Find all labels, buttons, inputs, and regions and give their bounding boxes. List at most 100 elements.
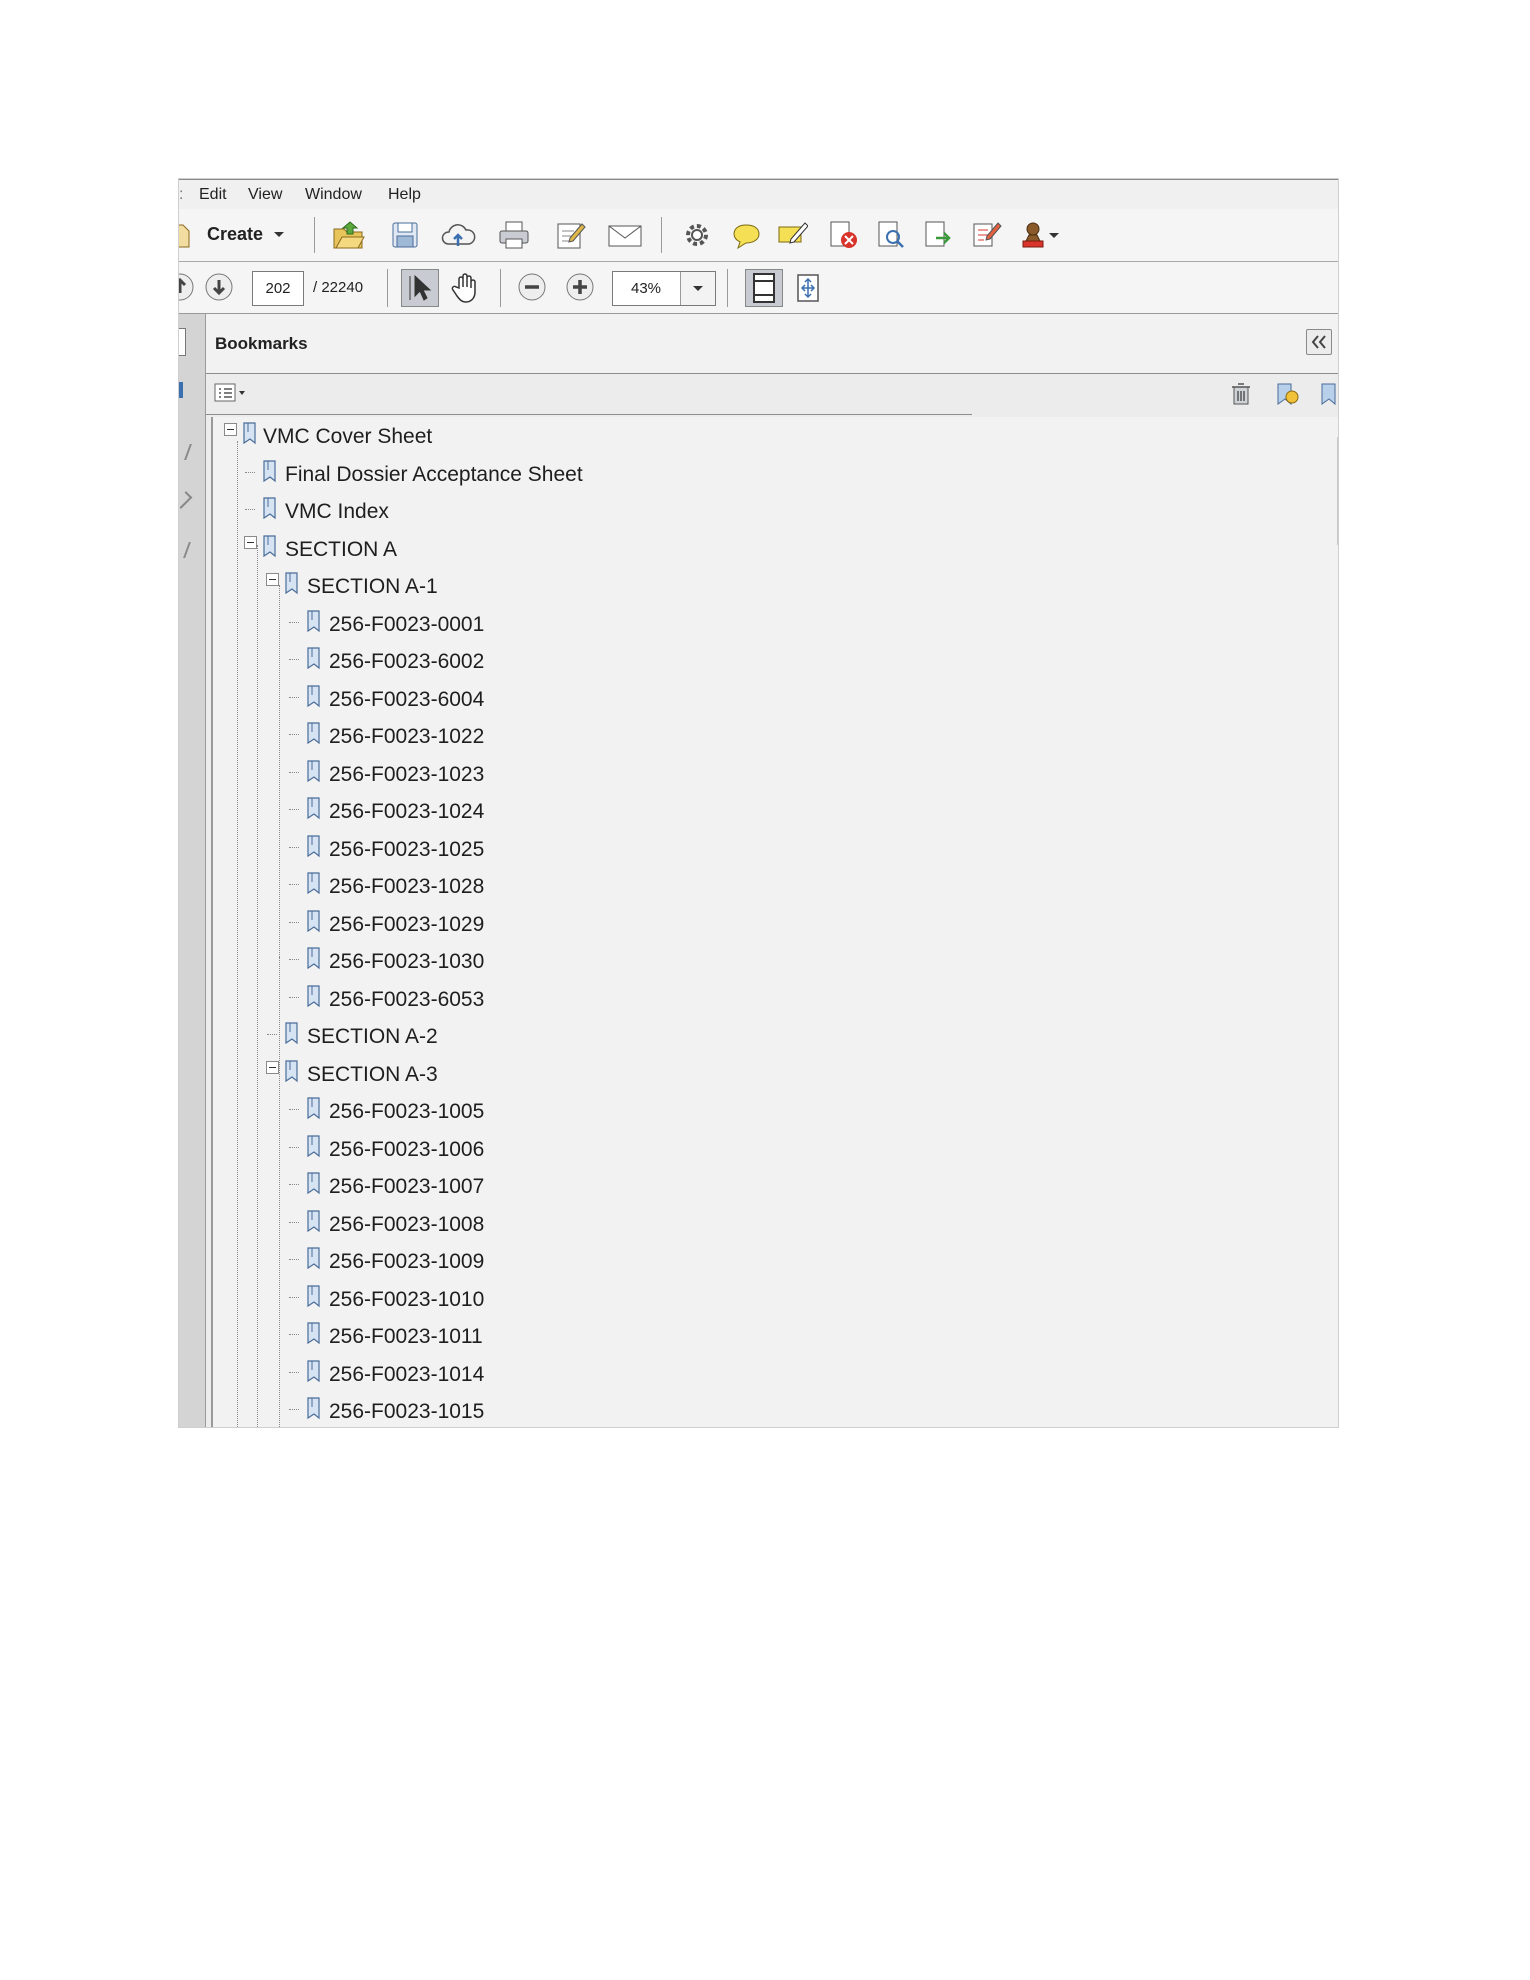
export-document-icon[interactable] [922,220,952,250]
bookmark-item[interactable]: 256-F0023-6053 [213,980,1313,1017]
bookmark-label: SECTION A-1 [307,575,438,598]
fit-width-icon[interactable] [793,272,823,302]
signatures-icon[interactable] [179,444,192,460]
bookmark-label: VMC Cover Sheet [263,425,433,448]
create-button[interactable]: Create [207,224,263,245]
gear-icon[interactable] [682,220,712,250]
bookmark-item[interactable]: 256-F0023-1006 [213,1130,1313,1167]
bookmark-item[interactable]: 256-F0023-1022 [213,717,1313,754]
main-toolbar: Create [179,209,1338,262]
scrollbar[interactable] [1337,437,1338,545]
zoom-in-icon[interactable] [565,272,595,302]
acrobat-window: : Edit View Window Help Create 202 / 222… [179,179,1338,1427]
bookmark-item[interactable]: 256-F0023-1005 [213,1092,1313,1129]
bookmark-item[interactable]: 256-F0023-1028 [213,867,1313,904]
page-number-input[interactable]: 202 [252,271,304,306]
collapse-panel-button[interactable] [1306,329,1332,355]
bookmark-icon [305,1097,323,1121]
attachments-icon[interactable] [179,491,193,509]
email-icon[interactable] [607,220,642,250]
toolbar-divider [206,414,972,415]
next-page-icon[interactable] [204,272,234,302]
edit-form-icon[interactable] [970,220,1002,250]
bookmark-item[interactable]: 256-F0023-6002 [213,642,1313,679]
expand-bookmark-icon[interactable] [1318,380,1338,408]
bookmark-item[interactable]: SECTION A-1 [213,567,1313,604]
bookmark-label: 256-F0023-6053 [329,987,485,1011]
bookmark-label: 256-F0023-6004 [329,687,485,711]
bookmark-item[interactable]: Final Dossier Acceptance Sheet [213,455,1313,492]
print-icon[interactable] [498,220,529,250]
bookmark-item[interactable]: 256-F0023-6004 [213,680,1313,717]
zoom-level-value: 43% [630,280,662,297]
bookmarks-panel-icon[interactable] [179,382,183,398]
zoom-level-select[interactable]: 43% [612,271,716,306]
options-menu-button[interactable] [214,382,245,404]
bookmark-label: 256-F0023-1007 [329,1175,485,1198]
comment-icon[interactable] [730,220,760,250]
bookmark-icon [305,797,323,821]
bookmark-label: 256-F0023-1006 [329,1137,485,1161]
fit-page-icon[interactable] [745,269,783,307]
bookmark-item[interactable]: 256-F0023-0001 [213,605,1313,642]
bookmark-item[interactable]: 256-F0023-1024 [213,792,1313,829]
bookmark-item[interactable]: 256-F0023-1030 [213,942,1313,979]
hand-tool-icon[interactable] [451,272,481,303]
create-icon[interactable] [179,221,191,249]
bookmark-item[interactable]: 256-F0023-1009 [213,1242,1313,1279]
bookmark-icon [305,1172,323,1196]
bookmark-item[interactable]: SECTION A [213,530,1313,567]
collapse-toggle-icon[interactable] [266,573,279,586]
bookmark-icon [305,909,323,934]
layers-icon[interactable] [179,542,191,558]
zoom-dropdown-button[interactable] [680,272,715,305]
cloud-upload-icon[interactable] [441,220,476,250]
edit-document-icon[interactable] [555,220,586,250]
bookmark-item[interactable]: 256-F0023-1011 [213,1317,1313,1354]
stamp-chevron-down-icon[interactable] [1049,233,1059,238]
bookmark-item[interactable]: 256-F0023-1025 [213,830,1313,867]
bookmark-item[interactable]: 256-F0023-1023 [213,755,1313,792]
bookmark-icon [305,722,323,746]
bookmark-item[interactable]: 256-F0023-1014 [213,1355,1313,1392]
save-icon[interactable] [390,220,420,250]
collapse-toggle-icon[interactable] [266,1060,279,1074]
sign-icon[interactable] [776,220,809,250]
zoom-out-icon[interactable] [517,272,547,302]
select-tool-icon[interactable] [401,269,439,307]
collapse-toggle-icon[interactable] [224,423,237,436]
toolbar-divider [661,217,662,253]
bookmark-icon [305,947,323,971]
bookmark-item[interactable]: 256-F0023-1029 [213,905,1313,942]
create-chevron-down-icon[interactable] [274,232,284,237]
new-bookmark-icon[interactable] [1273,380,1301,408]
bookmark-item[interactable]: 256-F0023-1008 [213,1205,1313,1242]
bookmark-item[interactable]: 256-F0023-1007 [213,1167,1313,1204]
menu-file-fragment[interactable]: : [179,186,183,204]
open-folder-icon[interactable] [332,220,365,250]
previous-page-icon[interactable] [179,272,195,302]
bookmark-icon [305,609,323,634]
menu-edit[interactable]: Edit [199,186,227,204]
bookmark-icon [261,459,279,484]
delete-document-icon[interactable] [827,220,857,250]
bookmark-label: VMC Index [285,500,389,523]
bookmark-label: 256-F0023-1029 [329,912,485,936]
search-document-icon[interactable] [875,220,905,250]
menu-window[interactable]: Window [305,186,362,204]
stamp-icon[interactable] [1020,220,1050,250]
collapse-toggle-icon[interactable] [244,535,257,549]
menu-view[interactable]: View [248,186,282,204]
bookmark-item[interactable]: VMC Index [213,492,1313,529]
bookmark-label: 256-F0023-1014 [329,1362,485,1386]
delete-bookmark-icon[interactable] [1229,381,1253,407]
menu-help[interactable]: Help [388,186,421,204]
page-thumbnails-icon[interactable] [179,328,186,356]
bookmark-item[interactable]: SECTION A-3 [213,1055,1313,1092]
bookmark-label: Final Dossier Acceptance Sheet [285,462,583,486]
bookmark-item[interactable]: 256-F0023-1015 [213,1392,1313,1427]
bookmark-icon [305,647,323,671]
bookmark-item[interactable]: SECTION A-2 [213,1017,1313,1054]
bookmark-item[interactable]: VMC Cover Sheet [213,417,1313,454]
bookmark-item[interactable]: 256-F0023-1010 [213,1280,1313,1317]
